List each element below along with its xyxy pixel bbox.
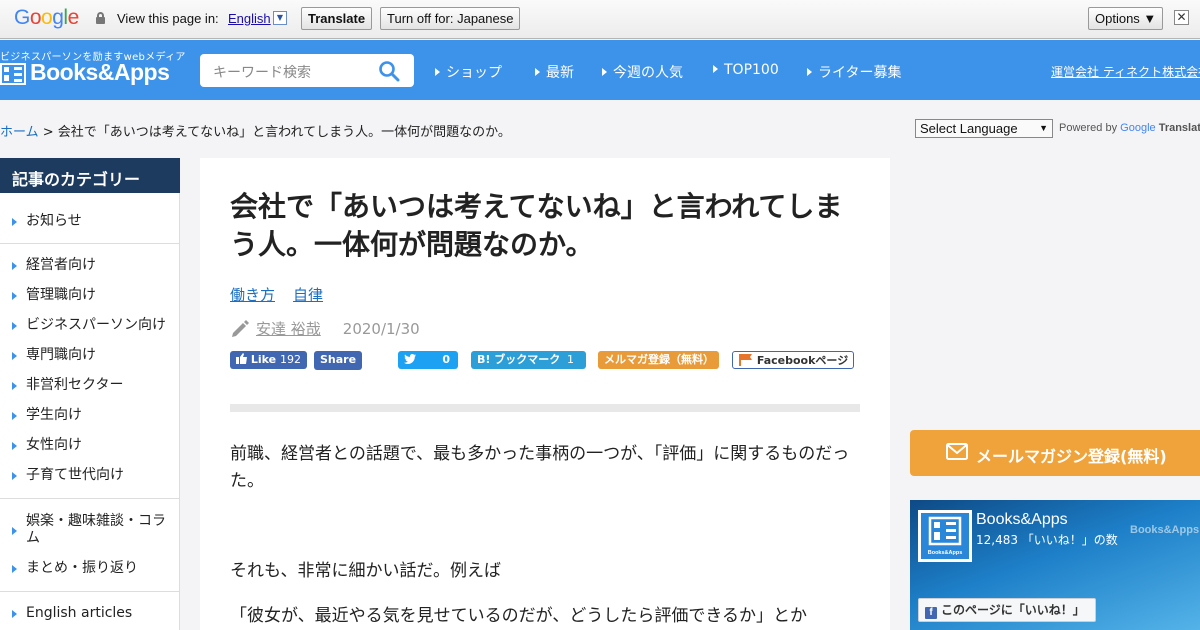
- search-placeholder: キーワード検索: [213, 65, 311, 81]
- facebook-icon: f: [925, 607, 937, 619]
- triangle-right-icon: [12, 322, 17, 330]
- divider: [230, 404, 860, 412]
- breadcrumb-separator: >: [38, 125, 58, 140]
- search-input[interactable]: キーワード検索: [200, 54, 414, 87]
- logo-mark-icon: Books&Apps: [928, 516, 963, 556]
- triangle-right-icon: [12, 262, 17, 270]
- article-tags: 働き方 自律: [230, 284, 341, 305]
- google-translate-bar: Google View this page in: English ▼ Tran…: [0, 0, 1200, 39]
- google-logo: Google: [14, 6, 79, 29]
- breadcrumb-current: 会社で「あいつは考えてないね」と言われてしまう人。一体何が問題なのか。: [57, 125, 511, 140]
- chevron-right-icon: [535, 68, 540, 76]
- fb-page-name[interactable]: Books&Apps: [976, 511, 1068, 529]
- nav-writer-recruit[interactable]: ライター募集: [807, 62, 901, 82]
- breadcrumb-home[interactable]: ホーム: [0, 125, 39, 140]
- article-paragraph: 「彼女が、最近やる気を見せているのだが、どうしたら評価できるか」とか: [230, 606, 807, 626]
- article-meta: 安達 裕哉 2020/1/30: [230, 318, 420, 339]
- facebook-page-widget[interactable]: Books&Apps Books&Apps 12,483 「いいね！」の数 Bo…: [910, 500, 1200, 630]
- fb-cover-watermark: Books&Apps: [1130, 524, 1200, 536]
- chevron-right-icon: [807, 68, 812, 76]
- author-link[interactable]: 安達 裕哉: [256, 320, 321, 338]
- triangle-right-icon: [12, 472, 17, 480]
- divider: [0, 498, 180, 499]
- chevron-right-icon: [713, 65, 718, 73]
- triangle-right-icon: [12, 218, 17, 226]
- site-logo[interactable]: Books&Apps: [30, 59, 170, 86]
- triangle-right-icon: [12, 382, 17, 390]
- article: 会社で「あいつは考えてないね」と言われてしまう人。一体何が問題なのか。 働き方自…: [200, 158, 890, 630]
- triangle-right-icon: [12, 292, 17, 300]
- divider: [0, 591, 180, 592]
- triangle-right-icon: [12, 610, 17, 618]
- triangle-right-icon: [12, 565, 17, 573]
- mail-magazine-button[interactable]: メールマガジン登録(無料): [910, 430, 1200, 476]
- mailmag-signup-button[interactable]: メルマガ登録（無料）: [598, 351, 719, 369]
- powered-by-google: Powered by Google Translate: [1059, 122, 1200, 134]
- language-link[interactable]: English: [228, 11, 271, 26]
- category-heading: 記事のカテゴリー: [0, 158, 180, 193]
- avatar-caption: Books&Apps: [928, 550, 963, 556]
- triangle-right-icon: [12, 527, 17, 535]
- facebook-page-button[interactable]: Facebookページ: [732, 351, 854, 369]
- search-icon[interactable]: [378, 60, 400, 82]
- facebook-like-button[interactable]: Like 192: [230, 351, 307, 369]
- article-paragraph: 前職、経営者との話題で、最も多かった事柄の一つが、「評価」に関するものだった。: [230, 444, 850, 491]
- triangle-right-icon: [12, 352, 17, 360]
- options-button[interactable]: Options ▼: [1088, 7, 1164, 30]
- avatar[interactable]: Books&Apps: [918, 510, 972, 562]
- language-select[interactable]: Select Language ▼: [915, 119, 1053, 138]
- language-dropdown-icon[interactable]: ▼: [273, 11, 287, 25]
- fb-page-like-button[interactable]: f このページに「いいね！」: [918, 598, 1096, 622]
- article-title: 会社で「あいつは考えてないね」と言われてしまう人。一体何が問題なのか。: [230, 190, 843, 261]
- dropdown-arrow-icon: ▼: [1039, 123, 1048, 133]
- nav-weekly-popular[interactable]: 今週の人気: [602, 62, 683, 82]
- nav-latest[interactable]: 最新: [535, 62, 574, 82]
- divider: [0, 243, 180, 244]
- flag-icon: [739, 354, 752, 366]
- category-list: お知らせ 経営者向け 管理職向け ビジネスパーソン向け 専門職向け 非営利セクタ…: [0, 193, 180, 630]
- site-header: ビジネスパーソンを励ますwebメディア Books&Apps キーワード検索 シ…: [0, 40, 1200, 100]
- thumbs-up-icon: [236, 353, 247, 364]
- facebook-share-button[interactable]: Share: [314, 351, 363, 370]
- translate-button[interactable]: Translate: [301, 7, 373, 30]
- envelope-icon: [946, 443, 968, 460]
- google-wordmark: Google: [1120, 122, 1156, 134]
- chevron-right-icon: [602, 68, 607, 76]
- tag-link[interactable]: 自律: [293, 286, 323, 304]
- nav-top100[interactable]: TOP100: [713, 62, 779, 78]
- publish-date: 2020/1/30: [342, 320, 420, 338]
- close-icon[interactable]: ✕: [1174, 10, 1189, 25]
- triangle-right-icon: [12, 442, 17, 450]
- lock-icon: [96, 12, 105, 24]
- pencil-icon: [232, 320, 249, 337]
- hatena-bookmark-button[interactable]: B! ブックマーク 1: [471, 351, 586, 369]
- fb-like-count: 12,483 「いいね！」の数: [976, 533, 1118, 547]
- nav-shop[interactable]: ショップ: [435, 62, 502, 82]
- view-in-label: View this page in:: [117, 11, 219, 26]
- company-link[interactable]: 運営会社 ティネクト株式会社: [1051, 63, 1200, 80]
- twitter-bird-icon: [404, 354, 416, 364]
- logo-mark-icon[interactable]: [0, 63, 26, 85]
- triangle-right-icon: [12, 412, 17, 420]
- tweet-button[interactable]: 0: [398, 351, 458, 369]
- chevron-right-icon: [435, 68, 440, 76]
- mail-magazine-label: メールマガジン登録(無料): [976, 447, 1167, 466]
- tag-link[interactable]: 働き方: [230, 286, 275, 304]
- breadcrumb: ホーム > 会社で「あいつは考えてないね」と言われてしまう人。一体何が問題なのか…: [0, 121, 511, 140]
- turn-off-button[interactable]: Turn off for: Japanese: [380, 7, 521, 30]
- article-paragraph: それも、非常に細かい話だ。例えば: [230, 561, 501, 581]
